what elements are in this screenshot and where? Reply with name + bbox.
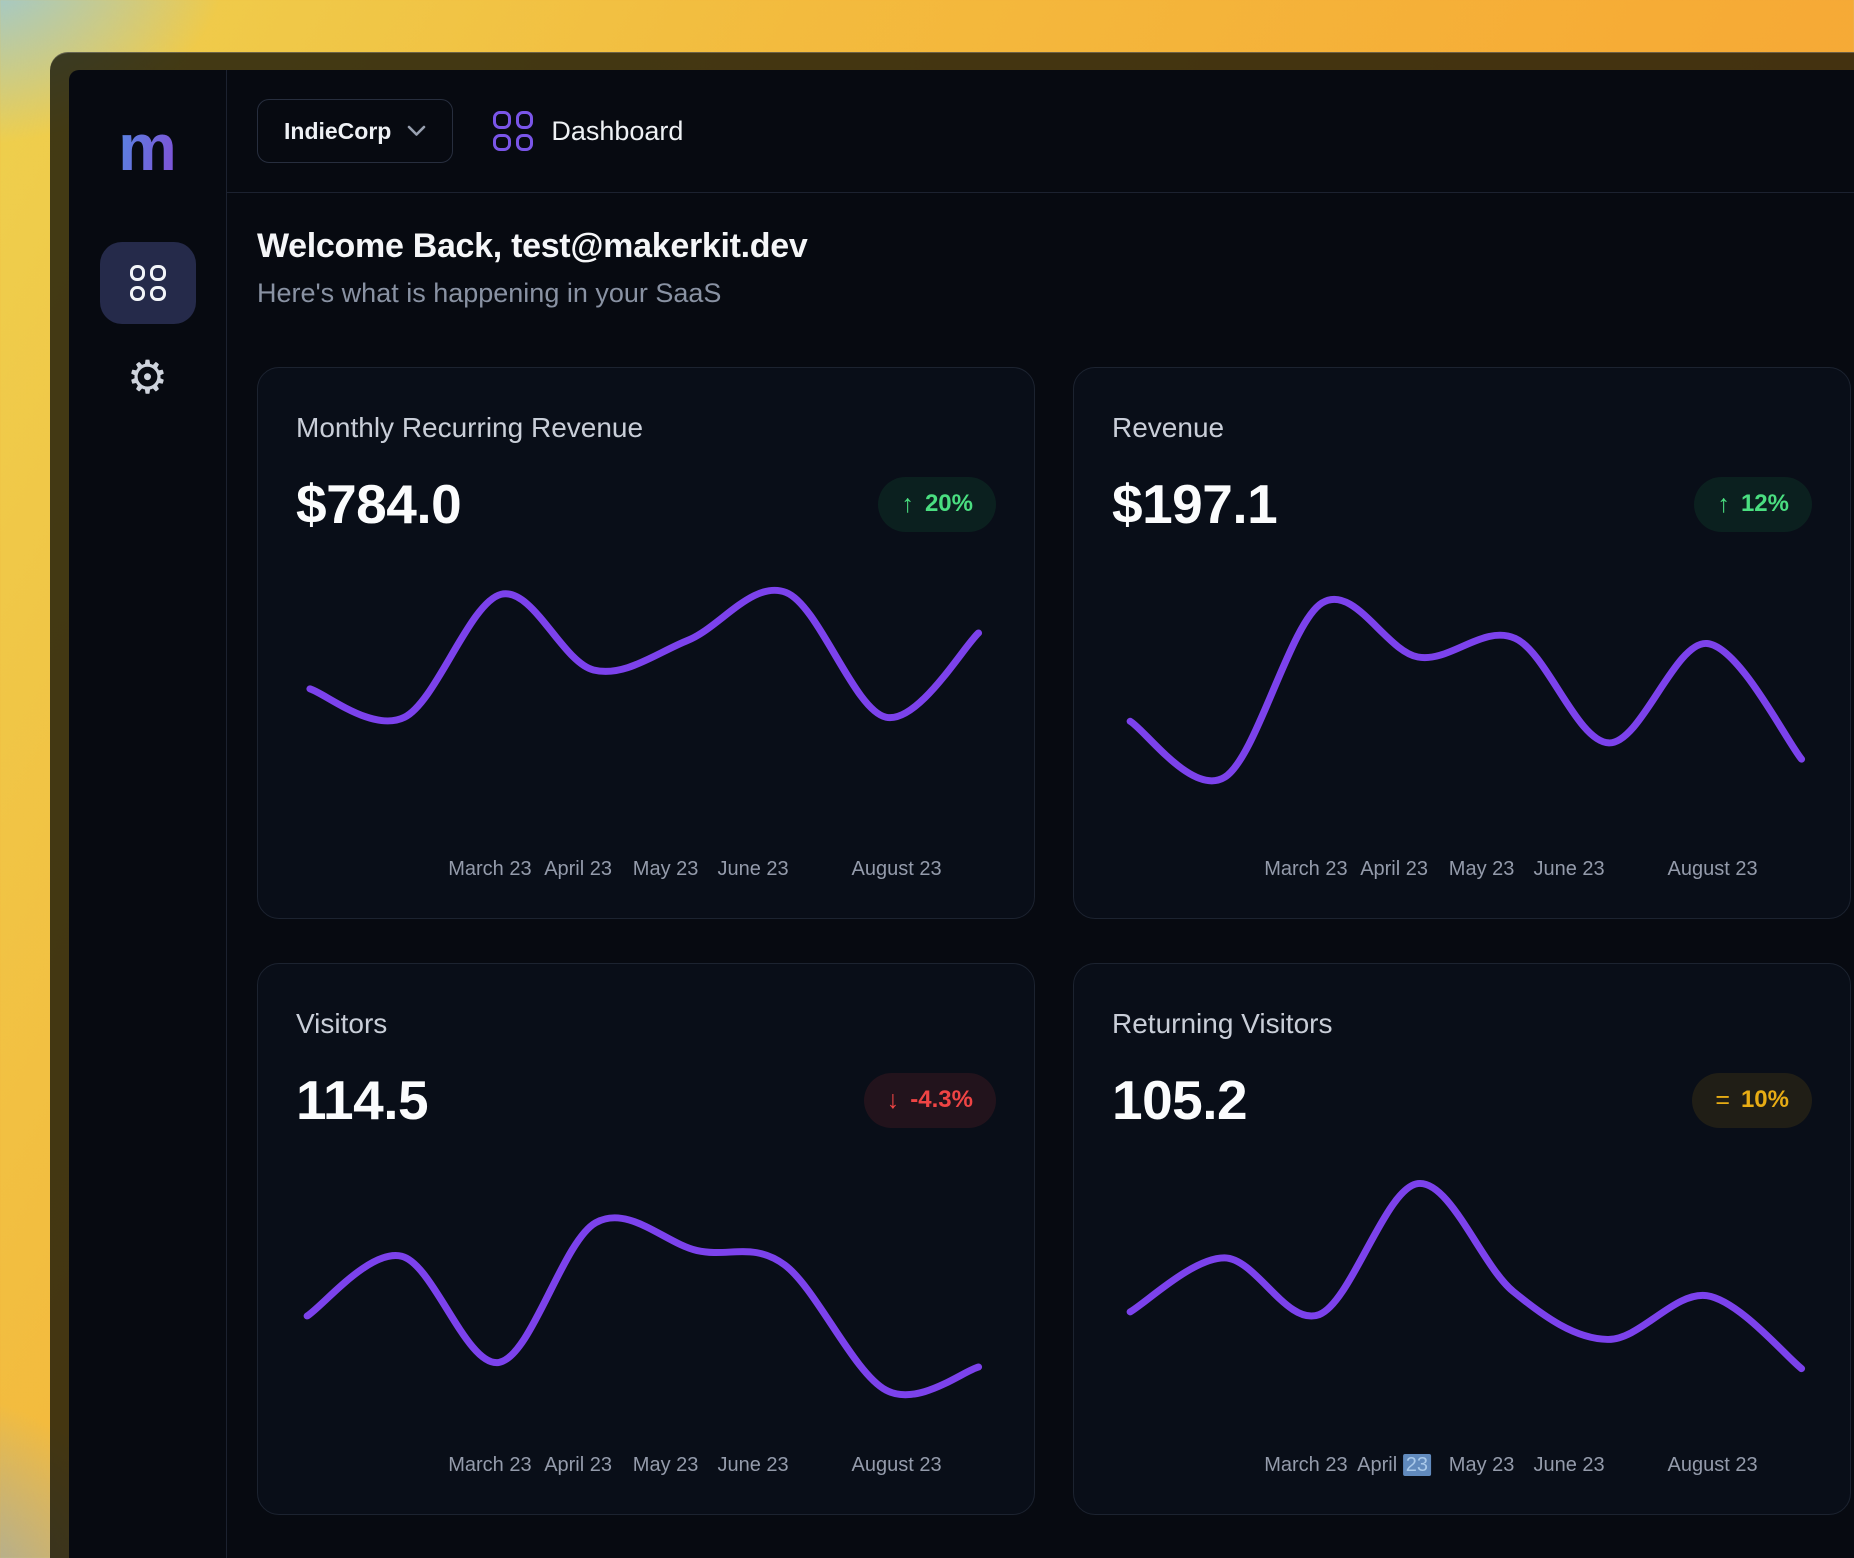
x-axis-label: March 23 [1264, 858, 1347, 881]
arrow-up-icon: ↑ [901, 490, 914, 519]
x-axis-label: August 23 [1668, 858, 1758, 881]
trend-percent: -4.3% [910, 1086, 973, 1114]
card-title: Revenue [1112, 412, 1812, 444]
x-axis-label: August 23 [1668, 1454, 1758, 1477]
x-axis-label: May 23 [633, 1454, 699, 1477]
trend-percent: 12% [1741, 490, 1789, 518]
x-axis-label: June 23 [718, 1454, 789, 1477]
x-axis-label: April 23 [544, 858, 612, 881]
app-window-content: m ⚙ IndieCorp [69, 70, 1854, 1558]
x-axis-label: June 23 [718, 858, 789, 881]
main-column: IndieCorp Dashboard Welcome Back, t [227, 70, 1854, 1558]
dashboard-grid-icon [493, 111, 533, 151]
page-title: Dashboard [551, 116, 683, 147]
welcome-heading: Welcome Back, test@makerkit.dev [257, 227, 1851, 266]
x-axis-label: March 23 [448, 858, 531, 881]
trend-badge: ↓ -4.3% [864, 1073, 996, 1128]
value-row: $784.0 ↑ 20% [296, 472, 996, 536]
x-axis-label: June 23 [1534, 858, 1605, 881]
value-row: $197.1 ↑ 12% [1112, 472, 1812, 536]
trend-badge: = 10% [1692, 1073, 1812, 1128]
value-row: 105.2 = 10% [1112, 1068, 1812, 1132]
line-chart [1112, 570, 1812, 840]
page-heading: Dashboard [493, 111, 683, 151]
team-selector-label: IndieCorp [284, 118, 391, 145]
card-title: Visitors [296, 1008, 996, 1040]
card-title: Monthly Recurring Revenue [296, 412, 996, 444]
x-axis-label: August 23 [852, 858, 942, 881]
card-returning-visitors: Returning Visitors 105.2 = 10% March 23 A… [1073, 963, 1851, 1515]
x-axis-label: April 23 [544, 1454, 612, 1477]
x-axis: March 23 April 23 May 23 June 23 August 23 [296, 858, 996, 884]
x-axis-label: August 23 [852, 1454, 942, 1477]
card-title: Returning Visitors [1112, 1008, 1812, 1040]
sidebar-item-dashboard[interactable] [100, 242, 196, 324]
x-axis: March 23 April 23 May 23 June 23 August 23 [1112, 858, 1812, 884]
value-row: 114.5 ↓ -4.3% [296, 1068, 996, 1132]
makerkit-logo: m [118, 114, 177, 180]
x-axis-label: May 23 [1449, 1454, 1515, 1477]
x-axis: March 23 April 23 May 23 June 23 August 23 [1112, 1454, 1812, 1480]
trend-percent: 10% [1741, 1086, 1789, 1114]
line-chart [296, 570, 996, 840]
metric-value: 114.5 [296, 1068, 428, 1132]
x-axis-label: March 23 [1264, 1454, 1347, 1477]
x-axis: March 23 April 23 May 23 June 23 August 23 [296, 1454, 996, 1480]
desktop-wallpaper: m ⚙ IndieCorp [0, 0, 1854, 1558]
x-axis-label: April 23 [1357, 1454, 1431, 1477]
equals-icon: = [1715, 1086, 1730, 1115]
x-axis-label: March 23 [448, 1454, 531, 1477]
grid-icon [130, 265, 166, 301]
trend-percent: 20% [925, 490, 973, 518]
selected-text: 23 [1403, 1454, 1431, 1476]
dashboard-content: Welcome Back, test@makerkit.dev Here's w… [227, 193, 1854, 1558]
top-bar: IndieCorp Dashboard [227, 70, 1854, 193]
welcome-subheading: Here's what is happening in your SaaS [257, 278, 1851, 309]
team-selector-button[interactable]: IndieCorp [257, 99, 453, 163]
card-revenue: Revenue $197.1 ↑ 12% March 23 April 23 May… [1073, 367, 1851, 919]
metric-value: $197.1 [1112, 472, 1277, 536]
line-chart [1112, 1166, 1812, 1436]
x-axis-label: May 23 [1449, 858, 1515, 881]
line-chart [296, 1166, 996, 1436]
arrow-up-icon: ↑ [1717, 490, 1730, 519]
card-visitors: Visitors 114.5 ↓ -4.3% March 23April 23M… [257, 963, 1035, 1515]
chevron-down-icon [407, 125, 426, 137]
trend-badge: ↑ 12% [1694, 477, 1812, 532]
x-axis-label: June 23 [1534, 1454, 1605, 1477]
card-monthly-recurring-revenue: Monthly Recurring Revenue $784.0 ↑ 20% M… [257, 367, 1035, 919]
gear-icon: ⚙ [127, 351, 168, 403]
x-axis-label: May 23 [633, 858, 699, 881]
sidebar: m ⚙ [69, 70, 227, 1558]
metric-value: 105.2 [1112, 1068, 1247, 1132]
arrow-down-icon: ↓ [887, 1086, 900, 1115]
trend-badge: ↑ 20% [878, 477, 996, 532]
metric-cards-grid: Monthly Recurring Revenue $784.0 ↑ 20% M… [257, 367, 1851, 1515]
metric-value: $784.0 [296, 472, 461, 536]
app-window: m ⚙ IndieCorp [50, 52, 1854, 1558]
sidebar-item-settings[interactable]: ⚙ [127, 354, 168, 400]
x-axis-label: April 23 [1360, 858, 1428, 881]
